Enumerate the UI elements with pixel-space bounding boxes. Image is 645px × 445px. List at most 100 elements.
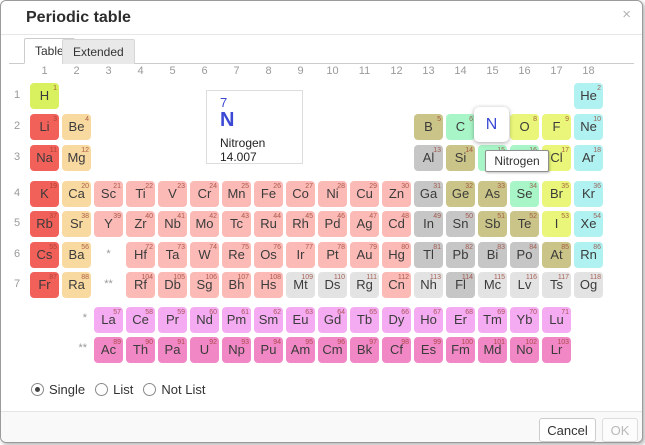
element-cell-Nh[interactable]: 113Nh	[414, 272, 443, 298]
element-cell-Ts[interactable]: 117Ts	[542, 272, 571, 298]
element-cell-La[interactable]: 57La	[94, 307, 123, 333]
element-cell-Pr[interactable]: 59Pr	[158, 307, 187, 333]
element-cell-Nd[interactable]: 60Nd	[190, 307, 219, 333]
element-cell-Tm[interactable]: 69Tm	[478, 307, 507, 333]
element-cell-Li[interactable]: 3Li	[30, 114, 59, 140]
element-cell-Ru[interactable]: 44Ru	[254, 211, 283, 237]
element-cell-N[interactable]: N	[474, 107, 509, 142]
element-cell-Cf[interactable]: 98Cf	[382, 337, 411, 363]
element-cell-Sb[interactable]: 51Sb	[478, 211, 507, 237]
element-cell-Kr[interactable]: 36Kr	[574, 181, 603, 207]
element-cell-Zr[interactable]: 40Zr	[126, 211, 155, 237]
element-cell-Mg[interactable]: 12Mg	[62, 145, 91, 171]
element-cell-Hs[interactable]: 108Hs	[254, 272, 283, 298]
tab-extended[interactable]: Extended	[62, 39, 135, 64]
element-cell-Pa[interactable]: 91Pa	[158, 337, 187, 363]
element-cell-Ag[interactable]: 47Ag	[350, 211, 379, 237]
element-cell-Ti[interactable]: 22Ti	[126, 181, 155, 207]
element-cell-Fr[interactable]: 87Fr	[30, 272, 59, 298]
element-cell-Am[interactable]: 95Am	[286, 337, 315, 363]
element-cell-Ho[interactable]: 67Ho	[414, 307, 443, 333]
element-cell-Ir[interactable]: 77Ir	[286, 242, 315, 268]
element-cell-Ge[interactable]: 32Ge	[446, 181, 475, 207]
element-cell-Mn[interactable]: 25Mn	[222, 181, 251, 207]
element-cell-Bh[interactable]: 107Bh	[222, 272, 251, 298]
element-cell-Na[interactable]: 11Na	[30, 145, 59, 171]
element-cell-Re[interactable]: 75Re	[222, 242, 251, 268]
element-cell-Lr[interactable]: 103Lr	[542, 337, 571, 363]
element-cell-He[interactable]: 2He	[574, 83, 603, 109]
element-cell-Pd[interactable]: 46Pd	[318, 211, 347, 237]
element-cell-Ds[interactable]: 110Ds	[318, 272, 347, 298]
cancel-button[interactable]: Cancel	[539, 418, 596, 442]
ok-button[interactable]: OK	[602, 418, 638, 442]
element-cell-Rn[interactable]: 86Rn	[574, 242, 603, 268]
element-cell-B[interactable]: 5B	[414, 114, 443, 140]
element-cell-Er[interactable]: 68Er	[446, 307, 475, 333]
element-cell-Tb[interactable]: 65Tb	[350, 307, 379, 333]
element-cell-F[interactable]: 9F	[542, 114, 571, 140]
element-cell-Og[interactable]: 118Og	[574, 272, 603, 298]
element-cell-Mt[interactable]: 109Mt	[286, 272, 315, 298]
element-cell-Hf[interactable]: 72Hf	[126, 242, 155, 268]
element-cell-Bk[interactable]: 97Bk	[350, 337, 379, 363]
element-cell-Cm[interactable]: 96Cm	[318, 337, 347, 363]
element-cell-Th[interactable]: 90Th	[126, 337, 155, 363]
element-cell-Sr[interactable]: 38Sr	[62, 211, 91, 237]
element-cell-Nb[interactable]: 41Nb	[158, 211, 187, 237]
element-cell-Fm[interactable]: 100Fm	[446, 337, 475, 363]
element-cell-Bi[interactable]: 83Bi	[478, 242, 507, 268]
element-cell-Ra[interactable]: 88Ra	[62, 272, 91, 298]
element-cell-Pu[interactable]: 94Pu	[254, 337, 283, 363]
element-cell-Al[interactable]: 13Al	[414, 145, 443, 171]
element-cell-Po[interactable]: 84Po	[510, 242, 539, 268]
element-cell-Tc[interactable]: 43Tc	[222, 211, 251, 237]
element-cell-Rh[interactable]: 45Rh	[286, 211, 315, 237]
element-cell-Ar[interactable]: 18Ar	[574, 145, 603, 171]
element-cell-Br[interactable]: 35Br	[542, 181, 571, 207]
element-cell-Lu[interactable]: 71Lu	[542, 307, 571, 333]
element-cell-As[interactable]: 33As	[478, 181, 507, 207]
element-cell-Cr[interactable]: 24Cr	[190, 181, 219, 207]
element-cell-Lv[interactable]: 116Lv	[510, 272, 539, 298]
element-cell-Cn[interactable]: 112Cn	[382, 272, 411, 298]
element-cell-Rg[interactable]: 111Rg	[350, 272, 379, 298]
element-cell-Hg[interactable]: 80Hg	[382, 242, 411, 268]
radio-single[interactable]	[31, 383, 44, 396]
element-cell-Fl[interactable]: 114Fl	[446, 272, 475, 298]
close-icon[interactable]: ×	[622, 6, 631, 23]
element-cell-Np[interactable]: 93Np	[222, 337, 251, 363]
element-cell-Au[interactable]: 79Au	[350, 242, 379, 268]
element-cell-Ac[interactable]: 89Ac	[94, 337, 123, 363]
element-cell-Se[interactable]: 34Se	[510, 181, 539, 207]
element-cell-Si[interactable]: 14Si	[446, 145, 475, 171]
element-cell-Cu[interactable]: 29Cu	[350, 181, 379, 207]
element-cell-At[interactable]: 85At	[542, 242, 571, 268]
element-cell-Sc[interactable]: 21Sc	[94, 181, 123, 207]
element-cell-K[interactable]: 19K	[30, 181, 59, 207]
element-cell-Xe[interactable]: 54Xe	[574, 211, 603, 237]
element-cell-Db[interactable]: 105Db	[158, 272, 187, 298]
element-cell-Sn[interactable]: 50Sn	[446, 211, 475, 237]
element-cell-Te[interactable]: 52Te	[510, 211, 539, 237]
element-cell-Mc[interactable]: 115Mc	[478, 272, 507, 298]
element-cell-Eu[interactable]: 63Eu	[286, 307, 315, 333]
element-cell-Ga[interactable]: 31Ga	[414, 181, 443, 207]
element-cell-V[interactable]: 23V	[158, 181, 187, 207]
element-cell-Ca[interactable]: 20Ca	[62, 181, 91, 207]
element-cell-Pm[interactable]: 61Pm	[222, 307, 251, 333]
element-cell-H[interactable]: 1H	[30, 83, 59, 109]
element-cell-Dy[interactable]: 66Dy	[382, 307, 411, 333]
element-cell-Mo[interactable]: 42Mo	[190, 211, 219, 237]
element-cell-Tl[interactable]: 81Tl	[414, 242, 443, 268]
element-cell-U[interactable]: 92U	[190, 337, 219, 363]
element-cell-Y[interactable]: 39Y	[94, 211, 123, 237]
element-cell-No[interactable]: 102No	[510, 337, 539, 363]
element-cell-Zn[interactable]: 30Zn	[382, 181, 411, 207]
element-cell-W[interactable]: 74W	[190, 242, 219, 268]
element-cell-Es[interactable]: 99Es	[414, 337, 443, 363]
element-cell-Ne[interactable]: 10Ne	[574, 114, 603, 140]
element-cell-Sm[interactable]: 62Sm	[254, 307, 283, 333]
element-cell-Ce[interactable]: 58Ce	[126, 307, 155, 333]
element-cell-Md[interactable]: 101Md	[478, 337, 507, 363]
